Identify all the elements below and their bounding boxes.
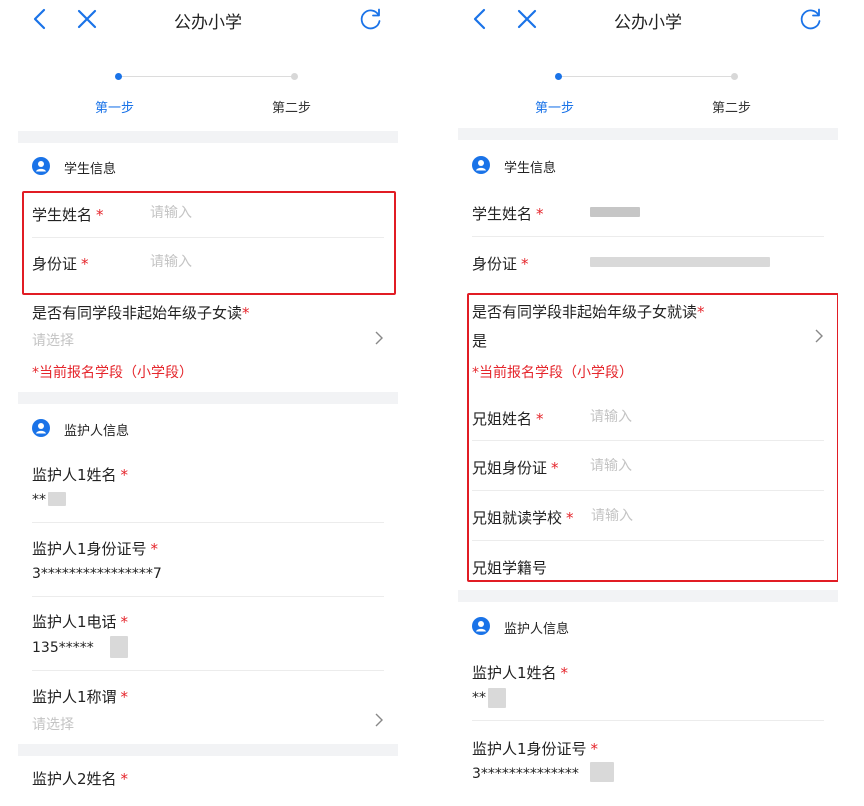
chevron-right-icon[interactable] — [372, 330, 386, 346]
user-circle-icon — [32, 419, 50, 437]
sibling-name-input[interactable] — [590, 409, 730, 425]
guardian1-id-value: 3****************7 — [32, 566, 162, 582]
sibling-id-input[interactable] — [590, 458, 730, 474]
guardian1-id-label: 监护人1身份证号 * — [32, 540, 159, 558]
close-icon[interactable] — [74, 6, 100, 32]
step-1-label: 第一步 — [95, 101, 135, 116]
top-nav-bar: 公办小学 — [458, 0, 838, 40]
stage-note: *当前报名学段（小学段） — [472, 365, 633, 381]
guardian1-name-value: ** — [472, 690, 486, 706]
guardian1-name-value: ** — [32, 492, 46, 508]
guardian-info-header: 监护人信息 — [18, 416, 398, 442]
chevron-right-icon[interactable] — [372, 712, 386, 728]
sibling-select[interactable]: 请选择 — [32, 330, 74, 350]
student-name-label: 学生姓名 * — [32, 206, 104, 224]
user-circle-icon — [472, 156, 490, 174]
student-id-label: 身份证 * — [32, 255, 89, 273]
guardian1-name-label: 监护人1姓名 * — [472, 664, 569, 682]
sibling-question-label: 是否有同学段非起始年级子女就读* — [472, 303, 705, 321]
refresh-icon[interactable] — [798, 6, 824, 32]
section-divider — [458, 590, 838, 602]
row-divider — [472, 540, 824, 541]
step-2-label: 第二步 — [272, 101, 312, 116]
guardian1-phone-value: 135***** — [32, 640, 94, 656]
highlight-box — [467, 293, 838, 582]
section-divider — [18, 131, 398, 143]
row-divider — [32, 596, 384, 597]
guardian1-id-value: 3************** — [472, 766, 579, 782]
redacted-area — [590, 207, 640, 217]
guardian1-name-label: 监护人1姓名 * — [32, 466, 129, 484]
row-divider — [472, 720, 824, 721]
section-title: 学生信息 — [504, 161, 557, 176]
guardian1-phone-label: 监护人1电话 * — [32, 613, 129, 631]
student-name-input[interactable] — [150, 205, 290, 221]
sibling-name-label: 兄姐姓名 * — [472, 410, 544, 428]
step-1-label: 第一步 — [535, 101, 575, 116]
right-phone-screen: 公办小学 第一步 第二步 学生信息 学生姓名 * 身份证 * 是否有同学段非起始年级… — [458, 0, 838, 806]
step-indicator: 第一步 第二步 — [18, 62, 398, 132]
sibling-id-label: 兄姐身份证 * — [472, 459, 559, 477]
chevron-left-icon[interactable] — [28, 6, 54, 32]
user-circle-icon — [32, 157, 50, 175]
guardian1-title-select[interactable]: 请选择 — [32, 714, 74, 734]
top-nav-bar: 公办小学 — [18, 0, 398, 40]
section-divider — [458, 128, 838, 140]
student-id-label: 身份证 * — [472, 255, 529, 273]
step-2-dot — [731, 73, 738, 80]
section-title: 学生信息 — [64, 162, 117, 177]
redacted-area — [48, 492, 66, 506]
student-id-input[interactable] — [150, 254, 290, 270]
guardian2-name-label: 监护人2姓名 * — [32, 770, 129, 788]
step-1-dot — [115, 73, 122, 80]
row-divider — [472, 440, 824, 441]
refresh-icon[interactable] — [358, 6, 384, 32]
student-name-label: 学生姓名 * — [472, 205, 544, 223]
stage-note: *当前报名学段（小学段） — [32, 365, 193, 381]
step-indicator: 第一步 第二步 — [458, 62, 838, 132]
redacted-area — [590, 257, 770, 267]
redacted-area — [488, 688, 506, 708]
sibling-school-label: 兄姐就读学校 * — [472, 509, 574, 527]
section-divider — [18, 392, 398, 404]
step-progress-line — [559, 76, 735, 77]
sibling-question-label: 是否有同学段非起始年级子女读* — [32, 304, 250, 322]
row-divider — [32, 670, 384, 671]
sibling-record-label[interactable]: 兄姐学籍号 — [472, 557, 547, 578]
redacted-area — [110, 636, 128, 658]
step-1-dot — [555, 73, 562, 80]
step-2-label: 第二步 — [712, 101, 752, 116]
sibling-select-value[interactable]: 是 — [472, 330, 487, 351]
section-divider — [18, 744, 398, 756]
sibling-school-input[interactable] — [591, 508, 681, 524]
chevron-left-icon[interactable] — [468, 6, 494, 32]
section-title: 监护人信息 — [504, 622, 570, 637]
row-divider — [472, 236, 824, 237]
step-progress-line — [119, 76, 295, 77]
guardian1-id-label: 监护人1身份证号 * — [472, 740, 599, 758]
row-divider — [472, 490, 824, 491]
row-divider — [32, 522, 384, 523]
redacted-area — [590, 762, 614, 782]
chevron-right-icon[interactable] — [812, 328, 826, 344]
step-2-dot — [291, 73, 298, 80]
left-phone-screen: 公办小学 第一步 第二步 学生信息 学生姓名* 身份证* 是否有同学段非起始年级… — [18, 0, 398, 806]
section-title: 监护人信息 — [64, 424, 130, 439]
close-icon[interactable] — [514, 6, 540, 32]
student-info-header: 学生信息 — [458, 153, 838, 179]
user-circle-icon — [472, 617, 490, 635]
guardian-info-header: 监护人信息 — [458, 614, 838, 640]
student-info-header: 学生信息 — [18, 154, 398, 180]
guardian1-title-label: 监护人1称谓 * — [32, 688, 129, 706]
row-divider — [32, 237, 384, 238]
